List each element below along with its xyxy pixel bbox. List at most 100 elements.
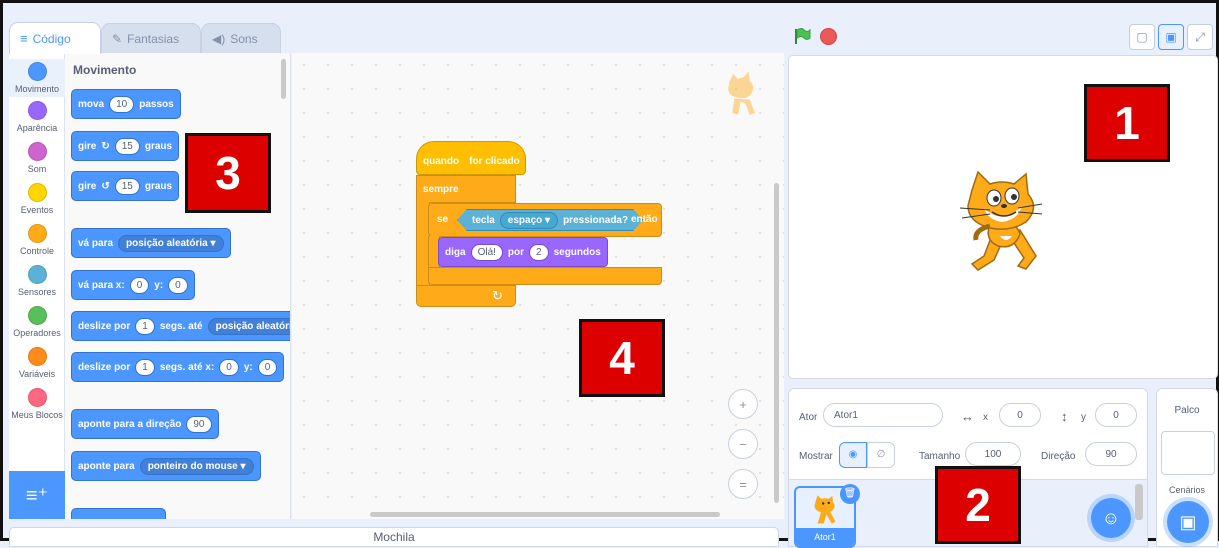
zoom-in-icon: + (739, 396, 747, 412)
tab-costumes[interactable]: ✎ Fantasias (101, 23, 201, 53)
category-label: Som (27, 164, 47, 174)
block-text: se (437, 214, 449, 225)
stop-icon[interactable] (820, 28, 837, 45)
delete-sprite-button[interactable]: 🗑 (840, 484, 860, 504)
my-blocks-dot-icon (27, 388, 47, 407)
key-pressed-block[interactable]: tecla espaço ▾ pressionada? (457, 209, 643, 231)
goto-xy-block[interactable]: vá para x: 0 y: 0 (71, 270, 195, 300)
turn-right-block[interactable]: gire ↻ 15 graus (71, 131, 180, 161)
category-operators[interactable]: Operadores (9, 306, 65, 338)
add-sprite-button[interactable]: ☺ (1091, 498, 1131, 538)
zoom-reset-button[interactable]: = (728, 469, 758, 499)
add-extension-button[interactable]: ≡⁺ (9, 471, 65, 519)
message-input[interactable]: Olá! (470, 243, 503, 261)
green-flag-icon[interactable] (793, 27, 811, 45)
size-input[interactable]: 100 (965, 442, 1021, 466)
y-input[interactable]: 0 (168, 276, 188, 294)
y-value: 0 (1113, 409, 1119, 421)
category-events[interactable]: Eventos (9, 183, 65, 215)
tab-code-label: Código (32, 31, 71, 46)
glide-xy-block[interactable]: deslize por 1 segs. até x: 0 y: 0 (71, 352, 285, 382)
secs-input[interactable]: 2 (529, 243, 549, 261)
palette-scrollbar[interactable] (281, 59, 286, 99)
tab-code[interactable]: ≡ Código (9, 22, 101, 54)
degrees-input[interactable]: 15 (114, 177, 140, 195)
category-my-blocks[interactable]: Meus Blocos (9, 388, 65, 420)
secs-input[interactable]: 1 (135, 358, 155, 376)
category-label: Operadores (13, 328, 61, 338)
x-label: x (983, 412, 988, 423)
normal-stage-icon: ▣ (1165, 30, 1177, 44)
category-label: Movimento (14, 84, 59, 94)
move-steps-block[interactable]: mova 10 passos (71, 89, 181, 119)
cat-thumbnail-icon (814, 495, 836, 524)
backdrop-thumbnail[interactable] (1161, 431, 1215, 475)
block-text: for clicado (469, 155, 520, 167)
category-variables[interactable]: Variáveis (9, 347, 65, 379)
goto-block[interactable]: vá para posição aleatória ▾ (71, 228, 231, 258)
cat-plus-icon: ☺ (1101, 508, 1121, 528)
category-sensing[interactable]: Sensores (9, 265, 65, 297)
stage[interactable]: 1 (788, 55, 1218, 379)
small-stage-button[interactable]: ▢ (1129, 24, 1155, 50)
normal-stage-button[interactable]: ▣ (1158, 24, 1184, 50)
x-arrows-icon: ↔ (961, 409, 974, 424)
point-direction-block[interactable]: aponte para a direção 90 (71, 409, 219, 439)
category-sound[interactable]: Som (9, 142, 65, 174)
partial-block[interactable] (71, 508, 166, 519)
script-area[interactable]: quando for clicado sempre ↻ se tecla esp… (292, 53, 784, 519)
x-input[interactable]: 0 (999, 403, 1041, 427)
rotate-right-icon: ↻ (101, 140, 110, 152)
secs-input[interactable]: 1 (135, 317, 155, 335)
block-palette: Movimento mova 10 passos gire ↻ 15 graus… (65, 53, 291, 519)
x-input[interactable]: 0 (219, 358, 239, 376)
if-then-block[interactable]: se tecla espaço ▾ pressionada? então (428, 203, 662, 237)
towards-dropdown[interactable]: ponteiro do mouse ▾ (139, 457, 254, 475)
sprite-list-scrollbar[interactable] (1135, 484, 1143, 520)
show-button[interactable]: ◉ (839, 442, 867, 468)
turn-left-block[interactable]: gire ↺ 15 graus (71, 171, 180, 201)
when-flag-clicked-block[interactable]: quando for clicado (416, 141, 526, 175)
sprite-list: Ator1 🗑 2 ☺ (788, 466, 1148, 548)
point-towards-block[interactable]: aponte para ponteiro do mouse ▾ (71, 451, 261, 481)
forever-block[interactable]: sempre (416, 175, 516, 203)
fullscreen-button[interactable]: ⤢ (1187, 24, 1213, 50)
cat-sprite[interactable] (954, 168, 1050, 272)
say-for-secs-block[interactable]: diga Olá! por 2 segundos (438, 237, 608, 267)
backpack[interactable]: Mochila (9, 527, 779, 547)
sprite-name-input[interactable]: Ator1 (823, 403, 943, 427)
script-vertical-scrollbar[interactable] (774, 183, 779, 503)
hide-button[interactable]: ∅ (867, 442, 895, 468)
direction-input[interactable]: 90 (1085, 442, 1137, 466)
zoom-out-button[interactable]: − (728, 429, 758, 459)
glide-block[interactable]: deslize por 1 segs. até posição aleatóri… (71, 311, 290, 341)
goto-dropdown[interactable]: posição aleatória ▾ (118, 234, 224, 252)
category-motion[interactable]: Movimento (9, 59, 65, 97)
zoom-in-button[interactable]: + (728, 389, 758, 419)
steps-input[interactable]: 10 (109, 95, 135, 113)
key-dropdown[interactable]: espaço ▾ (500, 212, 558, 229)
add-backdrop-button[interactable]: ▣ (1167, 501, 1209, 543)
sprite-watermark-icon (728, 71, 755, 116)
block-text: pressionada? (563, 214, 629, 226)
forever-foot: ↻ (416, 285, 516, 307)
script-horizontal-scrollbar[interactable] (370, 512, 720, 517)
y-input[interactable]: 0 (1095, 403, 1137, 427)
category-control[interactable]: Controle (9, 224, 65, 256)
y-input[interactable]: 0 (257, 358, 278, 376)
backdrops-label: Cenários (1168, 485, 1206, 495)
block-text: segs. até x: (159, 361, 215, 373)
x-input[interactable]: 0 (129, 276, 150, 294)
direction-input[interactable]: 90 (186, 415, 212, 433)
events-dot-icon (27, 183, 47, 202)
degrees-input[interactable]: 15 (114, 137, 140, 155)
category-label: Variáveis (18, 369, 56, 379)
glide-dropdown[interactable]: posição aleatória (207, 317, 290, 335)
variables-dot-icon (27, 347, 47, 366)
tab-sounds[interactable]: ◀) Sons (201, 23, 281, 53)
annotation-badge-1: 1 (1084, 84, 1170, 162)
block-text: gire (78, 180, 97, 192)
looks-dot-icon (27, 101, 47, 120)
category-looks[interactable]: Aparência (9, 101, 65, 133)
category-label: Controle (19, 246, 55, 256)
